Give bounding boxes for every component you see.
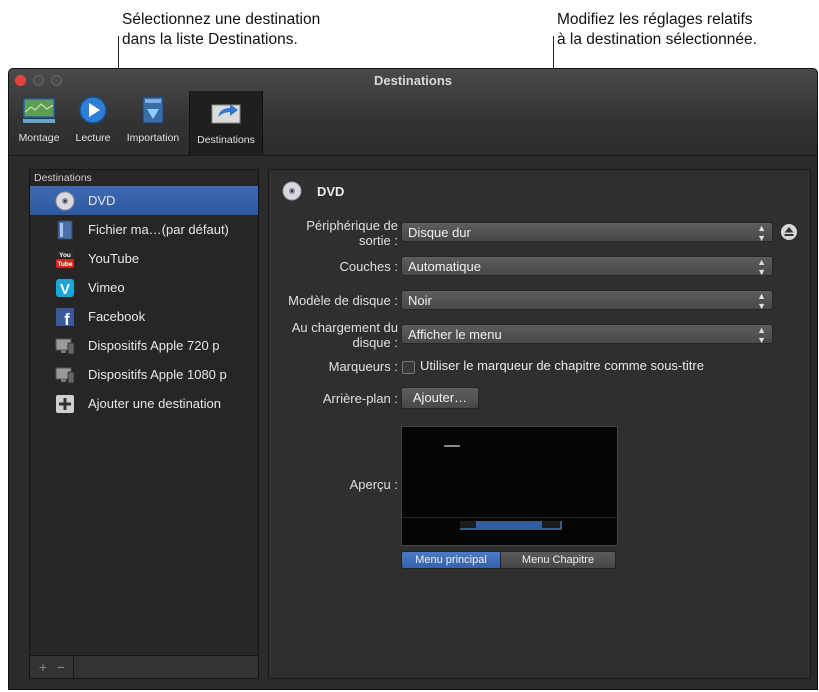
apple-devices-icon (55, 338, 75, 355)
menu-preview (401, 426, 618, 546)
toolbar-destinations-label: Destinations (197, 134, 255, 146)
popup-value: Afficher le menu (408, 327, 502, 342)
footer-divider (73, 656, 74, 678)
popup-value: Automatique (408, 259, 481, 274)
dvd-icon (282, 181, 302, 201)
file-icon (57, 220, 73, 240)
label-line: Périphérique de (306, 218, 398, 233)
chapter-marker-checkbox-label[interactable]: Utiliser le marqueur de chapitre comme s… (420, 358, 704, 373)
sidebar-item-label: YouTube (88, 251, 140, 266)
disc-template-popup[interactable]: Noir ▲ ▼ (401, 290, 773, 311)
disc-template-label: Modèle de disque : (288, 293, 398, 308)
background-label: Arrière-plan : (322, 391, 398, 406)
label-line: disque : (352, 335, 398, 350)
layers-label: Couches : (339, 259, 398, 274)
sidebar-item-dvd[interactable]: DVD (30, 186, 258, 215)
sidebar-item-label: Dispositifs Apple 720 p (88, 338, 220, 353)
apple-devices-icon (55, 367, 75, 384)
popup-arrows-icon: ▲ ▼ (757, 291, 766, 311)
svg-text:f: f (64, 310, 70, 327)
sidebar-item-fichier[interactable]: Fichier ma…(par défaut) (30, 215, 258, 244)
sidebar-item-youtube[interactable]: You Tube YouTube (30, 244, 258, 273)
add-background-button[interactable]: Ajouter… (401, 387, 479, 409)
panel-title: DVD (317, 184, 345, 199)
toolbar-lecture[interactable]: Lecture (67, 95, 119, 147)
callout-line-1: Modifiez les réglages relatifs (557, 11, 753, 28)
label-line: Au chargement du (291, 320, 398, 335)
toolbar-montage[interactable]: Montage (11, 95, 67, 147)
share-icon (211, 104, 241, 124)
sidebar-header: Destinations (34, 172, 92, 184)
destinations-sidebar: Destinations DVD Fichier ma…(par défaut)… (29, 169, 259, 679)
import-icon (142, 96, 164, 124)
settings-panel: DVD Périphérique de sortie : Disque dur … (268, 169, 811, 679)
play-icon (79, 96, 107, 124)
dvd-icon (55, 191, 75, 211)
sidebar-item-label: Vimeo (88, 280, 125, 295)
callout-line-2: dans la liste Destinations. (122, 31, 298, 48)
popup-value: Noir (408, 293, 432, 308)
remove-destination-button[interactable]: − (52, 658, 70, 676)
toolbar-importation-label: Importation (126, 132, 180, 144)
on-disc-load-label: Au chargement du disque : (292, 320, 398, 350)
youtube-icon: You Tube (56, 250, 74, 268)
sidebar-item-apple-1080[interactable]: Dispositifs Apple 1080 p (30, 360, 258, 389)
preview-divider (402, 517, 617, 518)
popup-arrows-icon: ▲ ▼ (757, 223, 766, 243)
toolbar-destinations[interactable]: Destinations (189, 91, 263, 155)
eject-icon[interactable] (781, 224, 797, 240)
on-disc-load-popup[interactable]: Afficher le menu ▲ ▼ (401, 324, 773, 345)
svg-text:Tube: Tube (57, 261, 72, 268)
add-destination-button[interactable]: + (34, 658, 52, 676)
callout-modify-settings: Modifiez les réglages relatifs à la dest… (557, 10, 757, 50)
label-line: sortie : (358, 233, 398, 248)
output-device-label: Périphérique de sortie : (306, 218, 398, 248)
tab-menu-chapitre[interactable]: Menu Chapitre (500, 551, 616, 569)
callout-select-destination: Sélectionnez une destination dans la lis… (122, 10, 320, 50)
toolbar-montage-label: Montage (18, 132, 60, 144)
sidebar-footer: + − (30, 655, 258, 678)
preview-button-left (460, 521, 476, 528)
facebook-icon: f (56, 308, 74, 327)
popup-value: Disque dur (408, 225, 471, 240)
sidebar-item-label: Fichier ma…(par défaut) (88, 222, 229, 237)
toolbar-importation[interactable]: Importation (121, 95, 185, 147)
popup-arrows-icon: ▲ ▼ (757, 325, 766, 345)
tab-menu-principal[interactable]: Menu principal (401, 551, 501, 569)
popup-arrows-icon: ▲ ▼ (757, 257, 766, 277)
sidebar-item-facebook[interactable]: f Facebook (30, 302, 258, 331)
title-bar: Destinations Montage Lecture Importation… (9, 69, 817, 156)
chapter-marker-checkbox[interactable] (402, 361, 415, 374)
sidebar-item-apple-720[interactable]: Dispositifs Apple 720 p (30, 331, 258, 360)
preview-button-right (542, 521, 560, 528)
callout-line-1: Sélectionnez une destination (122, 11, 321, 28)
add-icon (56, 395, 74, 413)
sidebar-item-label: Dispositifs Apple 1080 p (88, 367, 227, 382)
preview-label: Aperçu : (349, 477, 398, 492)
sidebar-item-label: Ajouter une destination (88, 396, 221, 411)
svg-text:V: V (60, 281, 70, 298)
window-title: Destinations (373, 73, 452, 88)
svg-text:You: You (59, 252, 71, 259)
markers-label: Marqueurs : (328, 359, 398, 374)
vimeo-icon: V (56, 279, 74, 298)
sidebar-item-vimeo[interactable]: V Vimeo (30, 273, 258, 302)
output-device-popup[interactable]: Disque dur ▲ ▼ (401, 222, 773, 243)
destinations-window: Destinations Montage Lecture Importation… (8, 68, 818, 690)
layers-popup[interactable]: Automatique ▲ ▼ (401, 256, 773, 277)
sidebar-item-add-destination[interactable]: Ajouter une destination (30, 389, 258, 418)
sidebar-item-label: Facebook (88, 309, 146, 324)
preview-title-text (444, 445, 460, 447)
montage-icon (22, 97, 56, 123)
toolbar-lecture-label: Lecture (75, 132, 111, 144)
callout-line-2: à la destination sélectionnée. (557, 31, 757, 48)
sidebar-item-label: DVD (88, 193, 116, 208)
